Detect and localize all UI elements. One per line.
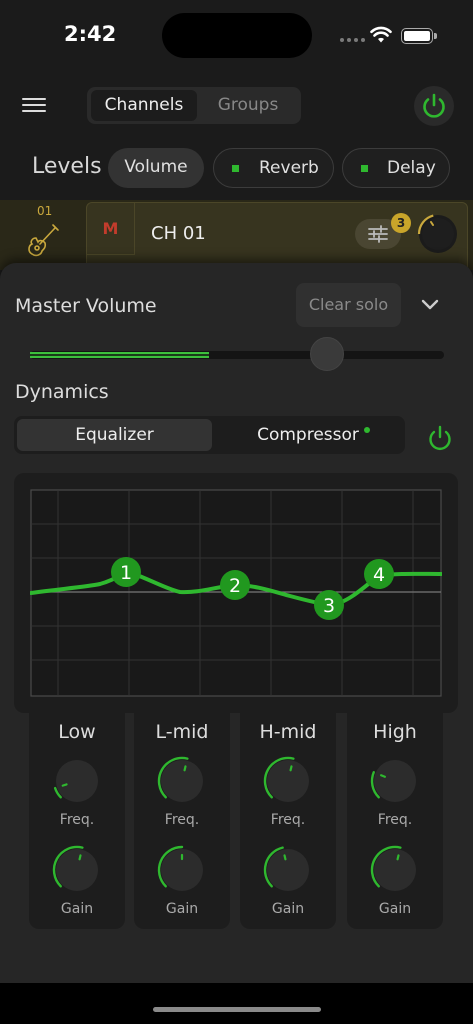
power-icon [423, 93, 445, 118]
top-bar: Channels Groups [0, 70, 473, 140]
fx-count-badge: 3 [391, 213, 411, 233]
band-name: Low [58, 721, 96, 743]
eq-point-4[interactable]: 4 [364, 559, 394, 589]
clear-solo-button[interactable]: Clear solo [296, 283, 401, 327]
status-bar: 2:42 [0, 0, 473, 70]
band-freq-knob[interactable] [369, 755, 421, 807]
eq-point-label: 2 [229, 575, 241, 597]
band-gain-knob[interactable] [156, 844, 208, 896]
delay-indicator-icon [361, 165, 368, 172]
band-gain-label: Gain [165, 901, 199, 917]
channel-number: 01 [37, 204, 53, 218]
cellular-signal-icon [340, 38, 365, 42]
compressor-active-indicator [364, 427, 370, 433]
band-freq-knob[interactable] [156, 755, 208, 807]
tab-compressor[interactable]: Compressor [214, 419, 402, 451]
tab-groups[interactable]: Groups [199, 90, 297, 121]
knob-pointer [61, 783, 68, 787]
eq-band-h-mid: H-mid Freq. Gain [240, 713, 336, 929]
master-volume-fill [30, 352, 209, 358]
eq-point-3[interactable]: 3 [314, 590, 344, 620]
reverb-indicator-icon [232, 165, 239, 172]
eq-band-low: Low Freq. Gain [29, 713, 125, 929]
knob-pointer [78, 854, 82, 861]
master-volume-slider[interactable] [30, 337, 444, 371]
levels-pill-volume[interactable]: Volume [108, 148, 204, 188]
knob-face [56, 760, 98, 802]
eq-point-label: 4 [373, 564, 385, 586]
tab-equalizer[interactable]: Equalizer [17, 419, 212, 451]
levels-label: Levels [32, 154, 102, 179]
home-indicator[interactable] [153, 1007, 321, 1012]
guitar-icon [28, 224, 59, 257]
band-gain-label: Gain [60, 901, 94, 917]
band-freq-label: Freq. [270, 812, 306, 828]
tab-compressor-label: Compressor [257, 425, 359, 445]
levels-row: Levels Volume Reverb Delay [0, 140, 473, 200]
knob-face [267, 760, 309, 802]
dynamics-segmented-control: Equalizer Compressor [14, 416, 405, 454]
menu-icon[interactable] [22, 98, 46, 116]
knob-pointer [380, 774, 386, 778]
eq-point-label: 1 [120, 562, 132, 584]
channel-level-knob[interactable] [415, 211, 461, 257]
chevron-down-icon[interactable] [420, 298, 440, 312]
band-name: L-mid [155, 721, 209, 743]
levels-pill-delay[interactable]: Delay [342, 148, 450, 188]
eq-graph[interactable]: 1 2 3 4 [30, 489, 442, 697]
knob-pointer [396, 854, 400, 861]
band-gain-label: Gain [271, 901, 305, 917]
band-gain-knob[interactable] [51, 844, 103, 896]
eq-panel: 1 2 3 4 [14, 473, 458, 713]
eq-band-high: High Freq. Gain [347, 713, 443, 929]
knob-face [374, 849, 416, 891]
master-power-button[interactable] [414, 86, 454, 126]
eq-point-label: 3 [323, 595, 335, 617]
view-segmented-control: Channels Groups [87, 87, 301, 124]
channel-detail-sheet: Master Volume Clear solo Dynamics Equali… [0, 263, 473, 983]
tab-channels[interactable]: Channels [91, 90, 197, 121]
dynamic-island [162, 13, 312, 58]
home-indicator-area [0, 983, 473, 1024]
wifi-icon [370, 26, 392, 43]
band-freq-label: Freq. [377, 812, 413, 828]
eq-point-1[interactable]: 1 [111, 557, 141, 587]
knob-pointer [283, 854, 287, 861]
band-name: High [373, 721, 417, 743]
band-gain-label: Gain [378, 901, 412, 917]
band-name: H-mid [259, 721, 317, 743]
levels-pill-reverb[interactable]: Reverb [213, 148, 334, 188]
levels-pill-label: Reverb [259, 158, 319, 178]
band-gain-knob[interactable] [262, 844, 314, 896]
knob-face [374, 760, 416, 802]
eq-band-l-mid: L-mid Freq. Gain [134, 713, 230, 929]
channel-strip[interactable]: 01 M CH 01 3 [0, 200, 473, 272]
mute-button[interactable]: M [87, 203, 135, 255]
channel-name: CH 01 [151, 223, 206, 244]
knob-pointer [289, 765, 293, 772]
band-freq-label: Freq. [164, 812, 200, 828]
channel-card: M CH 01 3 [86, 202, 468, 272]
band-freq-knob[interactable] [51, 755, 103, 807]
master-volume-thumb[interactable] [310, 337, 344, 371]
dynamics-power-button[interactable] [422, 421, 458, 457]
band-gain-knob[interactable] [369, 844, 421, 896]
knob-face [267, 849, 309, 891]
status-time: 2:42 [64, 22, 117, 46]
master-volume-label: Master Volume [15, 295, 157, 317]
levels-pill-label: Delay [387, 158, 436, 178]
eq-point-2[interactable]: 2 [220, 570, 250, 600]
knob-face [161, 760, 203, 802]
dynamics-label: Dynamics [15, 381, 109, 403]
knob-face [56, 849, 98, 891]
battery-icon [401, 28, 437, 44]
band-freq-label: Freq. [59, 812, 95, 828]
band-freq-knob[interactable] [262, 755, 314, 807]
knob-pointer [183, 765, 187, 772]
